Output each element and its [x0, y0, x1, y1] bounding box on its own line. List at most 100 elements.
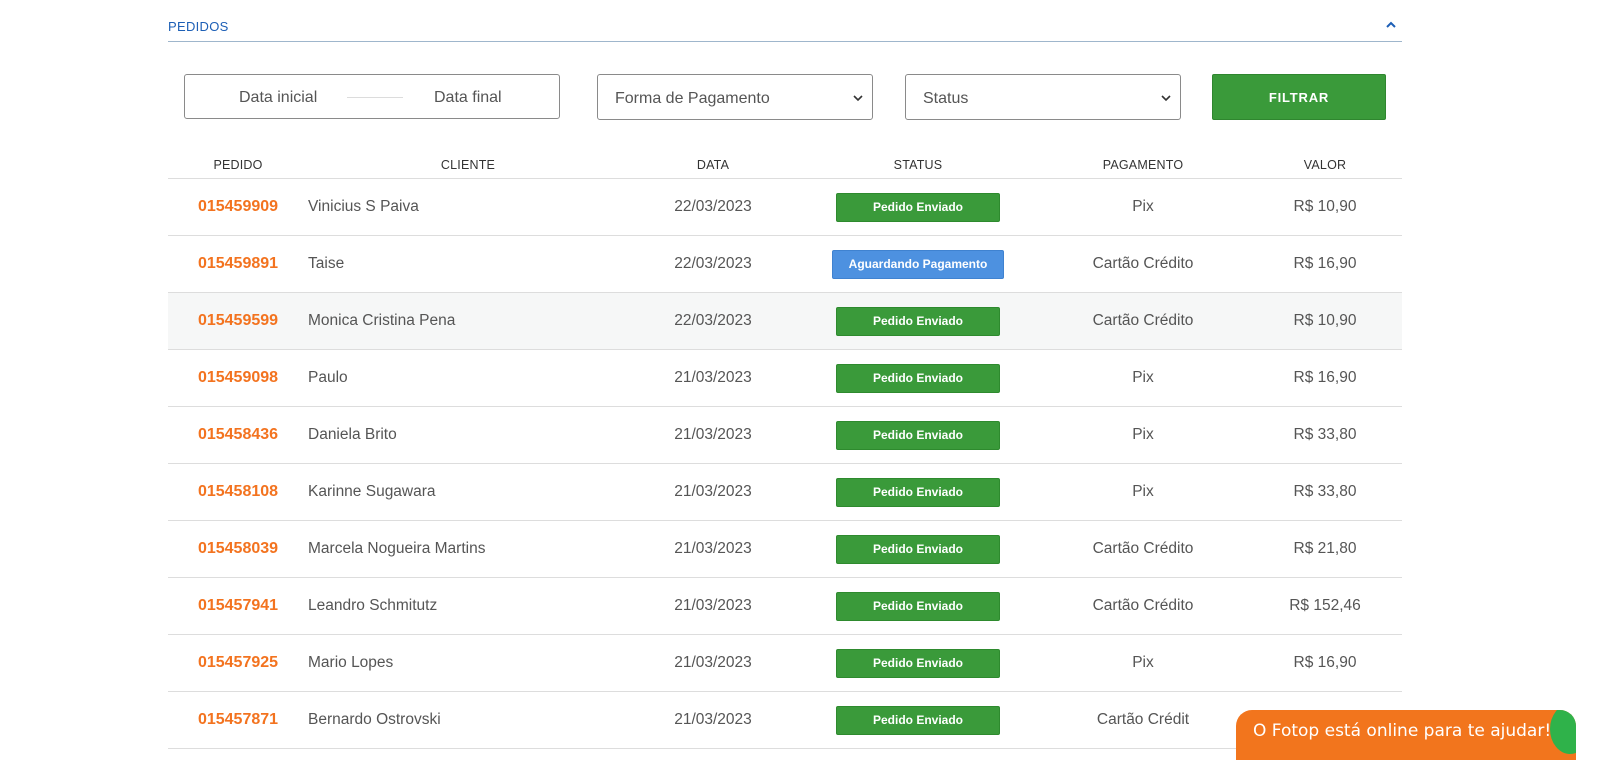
chat-widget[interactable]: O Fotop está online para te ajudar!	[1236, 710, 1576, 760]
chevron-up-icon[interactable]	[1384, 18, 1398, 32]
cell-value: R$ 33,80	[1248, 406, 1402, 464]
cell-value: R$ 152,46	[1248, 577, 1402, 635]
table-row[interactable]: 015458436 Daniela Brito 21/03/2023 Pedido E…	[168, 406, 1402, 464]
order-id-link[interactable]: 015458436	[198, 426, 278, 443]
status-badge: Pedido Enviado	[836, 420, 1000, 450]
status-badge: Pedido Enviado	[836, 591, 1000, 621]
cell-order-id: 015459909	[168, 178, 308, 236]
cell-order-id: 015457925	[168, 634, 308, 692]
cell-client: Taise	[308, 235, 628, 293]
table-row[interactable]: 015459098 Paulo 21/03/2023 Pedido Enviado Pi…	[168, 349, 1402, 407]
chat-widget-text: O Fotop está online para te ajudar!	[1253, 721, 1552, 741]
table-row[interactable]: 015457871 Bernardo Ostrovski 21/03/2023 Ped…	[168, 691, 1402, 749]
payment-method-select-label: Forma de Pagamento	[615, 90, 770, 107]
cell-value: R$ 21,80	[1248, 520, 1402, 578]
status-badge: Pedido Enviado	[836, 648, 1000, 678]
order-id-link[interactable]: 015459098	[198, 369, 278, 386]
date-range-picker[interactable]	[184, 74, 560, 119]
table-row[interactable]: 015458108 Karinne Sugawara 21/03/2023 Pedid…	[168, 463, 1402, 521]
cell-client: Paulo	[308, 349, 628, 407]
cell-date: 21/03/2023	[628, 691, 798, 749]
order-id-link[interactable]: 015459909	[198, 198, 278, 215]
order-id-link[interactable]: 015457925	[198, 654, 278, 671]
column-header-cliente: CLIENTE	[308, 152, 628, 179]
cell-payment: Cartão Crédito	[1038, 292, 1248, 350]
table-row[interactable]: 015459891 Taise 22/03/2023 Aguardando Pagam…	[168, 235, 1402, 293]
date-start-input[interactable]	[239, 89, 359, 107]
cell-date: 21/03/2023	[628, 406, 798, 464]
cell-payment: Pix	[1038, 634, 1248, 692]
status-badge: Pedido Enviado	[836, 192, 1000, 222]
status-select-label: Status	[923, 90, 969, 107]
table-header-row: PEDIDO CLIENTE DATA STATUS PAGAMENTO VAL…	[168, 152, 1402, 179]
cell-client: Vinicius S Paiva	[308, 178, 628, 236]
cell-date: 21/03/2023	[628, 349, 798, 407]
order-id-link[interactable]: 015458108	[198, 483, 278, 500]
order-id-link[interactable]: 015457871	[198, 711, 278, 728]
cell-value: R$ 16,90	[1248, 634, 1402, 692]
date-range-separator	[347, 97, 403, 98]
filter-button[interactable]: FILTRAR	[1212, 74, 1386, 120]
column-header-pagamento: PAGAMENTO	[1038, 152, 1248, 179]
column-header-valor: VALOR	[1248, 152, 1402, 179]
column-header-pedido: PEDIDO	[168, 152, 308, 179]
cell-status: Pedido Enviado	[798, 463, 1038, 521]
status-badge: Pedido Enviado	[836, 306, 1000, 336]
order-id-link[interactable]: 015459599	[198, 312, 278, 329]
cell-order-id: 015457871	[168, 691, 308, 749]
table-row[interactable]: 015458039 Marcela Nogueira Martins 21/03/2…	[168, 520, 1402, 578]
order-id-link[interactable]: 015459891	[198, 255, 278, 272]
table-row[interactable]: 015457925 Mario Lopes 21/03/2023 Pedido Env…	[168, 634, 1402, 692]
cell-order-id: 015458436	[168, 406, 308, 464]
table-row[interactable]: 015459909 Vinicius S Paiva 22/03/2023 Pedid…	[168, 178, 1402, 236]
status-badge: Pedido Enviado	[836, 477, 1000, 507]
cell-date: 22/03/2023	[628, 178, 798, 236]
cell-order-id: 015458108	[168, 463, 308, 521]
cell-status: Aguardando Pagamento	[798, 235, 1038, 293]
column-header-status: STATUS	[798, 152, 1038, 179]
cell-payment: Cartão Crédito	[1038, 520, 1248, 578]
cell-order-id: 015459098	[168, 349, 308, 407]
orders-table: PEDIDO CLIENTE DATA STATUS PAGAMENTO VAL…	[168, 152, 1402, 749]
cell-client: Mario Lopes	[308, 634, 628, 692]
status-badge: Pedido Enviado	[836, 534, 1000, 564]
date-end-input[interactable]	[434, 89, 554, 107]
cell-payment: Cartão Crédito	[1038, 235, 1248, 293]
section-header[interactable]: PEDIDOS	[168, 0, 1402, 42]
cell-client: Marcela Nogueira Martins	[308, 520, 628, 578]
section-title: PEDIDOS	[168, 19, 229, 34]
cell-order-id: 015459599	[168, 292, 308, 350]
filters-bar: Forma de Pagamento Status FILTRAR	[184, 74, 1386, 121]
cell-status: Pedido Enviado	[798, 178, 1038, 236]
cell-client: Leandro Schmitutz	[308, 577, 628, 635]
order-id-link[interactable]: 015458039	[198, 540, 278, 557]
cell-value: R$ 16,90	[1248, 349, 1402, 407]
order-id-link[interactable]: 015457941	[198, 597, 278, 614]
cell-status: Pedido Enviado	[798, 292, 1038, 350]
cell-date: 22/03/2023	[628, 235, 798, 293]
cell-payment: Cartão Crédito	[1038, 577, 1248, 635]
cell-order-id: 015459891	[168, 235, 308, 293]
cell-client: Bernardo Ostrovski	[308, 691, 628, 749]
cell-payment: Cartão Crédit	[1038, 691, 1248, 749]
cell-status: Pedido Enviado	[798, 406, 1038, 464]
orders-section: PEDIDOS	[168, 0, 1402, 42]
chat-status-icon	[1550, 710, 1576, 754]
cell-status: Pedido Enviado	[798, 634, 1038, 692]
table-row[interactable]: 015457941 Leandro Schmitutz 21/03/2023 Pedi…	[168, 577, 1402, 635]
payment-method-select[interactable]: Forma de Pagamento	[597, 74, 873, 120]
chevron-down-icon	[853, 95, 863, 102]
cell-status: Pedido Enviado	[798, 577, 1038, 635]
cell-value: R$ 10,90	[1248, 178, 1402, 236]
status-select[interactable]: Status	[905, 74, 1181, 120]
column-header-data: DATA	[628, 152, 798, 179]
cell-payment: Pix	[1038, 406, 1248, 464]
cell-status: Pedido Enviado	[798, 691, 1038, 749]
cell-value: R$ 16,90	[1248, 235, 1402, 293]
cell-date: 21/03/2023	[628, 463, 798, 521]
cell-client: Karinne Sugawara	[308, 463, 628, 521]
status-badge: Aguardando Pagamento	[832, 249, 1004, 279]
table-row[interactable]: 015459599 Monica Cristina Pena 22/03/2023 P…	[168, 292, 1402, 350]
cell-client: Monica Cristina Pena	[308, 292, 628, 350]
cell-status: Pedido Enviado	[798, 520, 1038, 578]
